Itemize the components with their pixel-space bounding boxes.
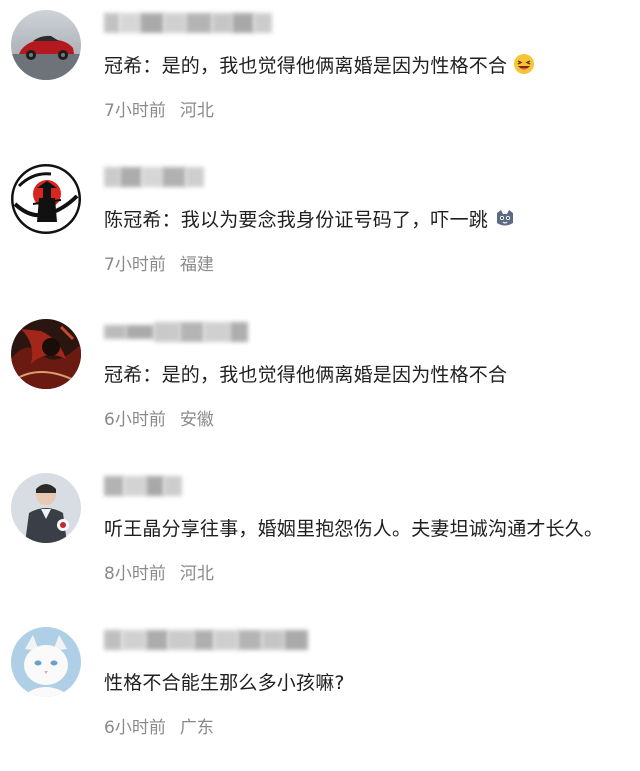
username-blurred[interactable] (104, 321, 248, 343)
comment-time: 6小时前 (104, 410, 166, 430)
comment-location: 安徽 (179, 410, 214, 430)
comment-location: 河北 (179, 564, 214, 584)
comment-item: 陈冠希：我以为要念我身份证号码了，吓一跳 7小时前 福建 (0, 154, 640, 308)
comment-location: 福建 (179, 255, 214, 275)
username-blurred[interactable] (104, 629, 308, 651)
comment-text-content: 冠希：是的，我也觉得他俩离婚是因为性格不合 (104, 55, 508, 77)
avatar[interactable] (11, 319, 81, 389)
comment-location: 广东 (179, 718, 214, 738)
comment-meta: 8小时前 河北 (104, 562, 214, 586)
comment-meta: 7小时前 河北 (104, 99, 214, 123)
comment-time: 7小时前 (104, 101, 166, 121)
username-blurred[interactable] (104, 166, 204, 188)
comment-time: 6小时前 (104, 718, 166, 738)
comment-text: 冠希：是的，我也觉得他俩离婚是因为性格不合 (104, 361, 507, 389)
avatar[interactable] (11, 627, 81, 697)
comment-text: 冠希：是的，我也觉得他俩离婚是因为性格不合 (104, 52, 535, 83)
avatar[interactable] (11, 10, 81, 80)
avatar[interactable] (11, 473, 81, 543)
grinning-squint-face-icon (513, 53, 535, 83)
comment-meta: 7小时前 福建 (104, 253, 214, 277)
username-blurred[interactable] (104, 475, 182, 497)
comment-text-content: 性格不合能生那么多小孩嘛? (104, 672, 345, 694)
comment-meta: 6小时前 广东 (104, 716, 214, 740)
avatar[interactable] (11, 164, 81, 234)
comment-text: 性格不合能生那么多小孩嘛? (104, 669, 345, 697)
comment-text-content: 陈冠希：我以为要念我身份证号码了，吓一跳 (104, 209, 489, 231)
comment-location: 河北 (179, 101, 214, 121)
comment-text: 听王晶分享往事，婚姻里抱怨伤人。夫妻坦诚沟通才长久。 (104, 515, 603, 543)
comment-item: 听王晶分享往事，婚姻里抱怨伤人。夫妻坦诚沟通才长久。 8小时前 河北 (0, 463, 640, 617)
comment-text-content: 冠希：是的，我也觉得他俩离婚是因为性格不合 (104, 364, 508, 386)
comment-meta: 6小时前 安徽 (104, 408, 214, 432)
comment-item: 冠希：是的，我也觉得他俩离婚是因为性格不合 7小时前 河北 (0, 0, 640, 154)
comment-text: 陈冠希：我以为要念我身份证号码了，吓一跳 (104, 206, 516, 237)
cat-face-icon (494, 207, 516, 237)
comment-item: 冠希：是的，我也觉得他俩离婚是因为性格不合 6小时前 安徽 (0, 309, 640, 463)
comment-item: 性格不合能生那么多小孩嘛? 6小时前 广东 (0, 617, 640, 771)
username-blurred[interactable] (104, 12, 272, 34)
comment-time: 7小时前 (104, 255, 166, 275)
comment-text-content: 听王晶分享往事，婚姻里抱怨伤人。夫妻坦诚沟通才长久。 (104, 518, 604, 540)
comment-time: 8小时前 (104, 564, 166, 584)
